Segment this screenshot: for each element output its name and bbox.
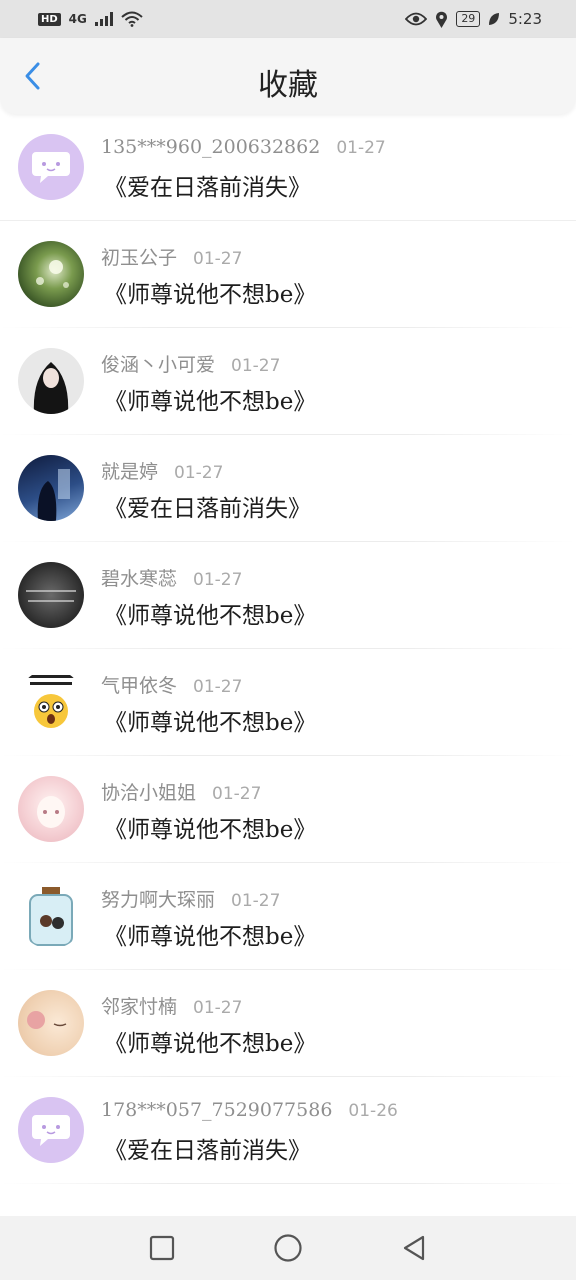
page-title: 收藏 bbox=[258, 68, 318, 103]
username: 俊涵丶小可爱 bbox=[101, 354, 216, 376]
anime-figure-icon bbox=[37, 469, 70, 521]
status-bar: HD 4G 29 5:23 bbox=[0, 0, 576, 38]
date: 01-27 bbox=[212, 784, 262, 804]
battery-level: 29 bbox=[456, 11, 481, 27]
username: 邻家忖楠 bbox=[101, 996, 178, 1018]
list-item[interactable]: 就是婷 01-27 《爱在日落前消失》 bbox=[0, 435, 576, 542]
recents-button[interactable] bbox=[142, 1228, 182, 1268]
date: 01-27 bbox=[231, 891, 281, 911]
default-chat-avatar bbox=[18, 134, 84, 200]
wifi-icon bbox=[121, 11, 143, 27]
chat-bubble-icon bbox=[32, 1115, 70, 1146]
list-item[interactable]: 135***960_200632862 01-27 《爱在日落前消失》 bbox=[0, 114, 576, 221]
girl-portrait-avatar bbox=[18, 348, 84, 414]
list-item[interactable]: 俊涵丶小可爱 01-27 《师尊说他不想be》 bbox=[0, 328, 576, 435]
dandelion-icon bbox=[36, 260, 69, 288]
divider bbox=[0, 1183, 576, 1184]
anime-face-icon bbox=[37, 796, 65, 828]
list-item[interactable]: 努力啊大琛丽 01-27 《师尊说他不想be》 bbox=[0, 863, 576, 970]
text-lines-icon bbox=[26, 590, 76, 602]
date: 01-27 bbox=[193, 677, 243, 697]
date: 01-27 bbox=[193, 998, 243, 1018]
clock: 5:23 bbox=[508, 10, 542, 28]
shocked-face-icon bbox=[26, 675, 76, 728]
username: 135***960_200632862 bbox=[101, 136, 321, 158]
book-title: 《师尊说他不想be》 bbox=[104, 924, 317, 950]
header: 收藏 bbox=[0, 38, 576, 114]
chat-bubble-icon bbox=[32, 152, 70, 183]
system-nav-bar bbox=[0, 1216, 576, 1280]
list-item[interactable]: 邻家忖楠 01-27 《师尊说他不想be》 bbox=[0, 970, 576, 1077]
username: 气甲依冬 bbox=[101, 675, 178, 697]
username: 就是婷 bbox=[101, 461, 159, 483]
list-item[interactable]: 碧水寒蕊 01-27 《师尊说他不想be》 bbox=[0, 542, 576, 649]
leaf-icon bbox=[489, 13, 500, 25]
portrait-icon bbox=[33, 362, 69, 414]
dark-text-avatar bbox=[18, 562, 84, 628]
book-title: 《师尊说他不想be》 bbox=[104, 710, 317, 736]
book-title: 《师尊说他不想be》 bbox=[104, 603, 317, 629]
signal-icon bbox=[94, 12, 113, 26]
date: 01-26 bbox=[348, 1101, 398, 1121]
book-title: 《爱在日落前消失》 bbox=[104, 496, 311, 522]
bottle-couple-avatar bbox=[18, 883, 84, 949]
book-title: 《师尊说他不想be》 bbox=[104, 282, 317, 308]
recents-square-icon bbox=[149, 1235, 175, 1261]
date: 01-27 bbox=[231, 356, 281, 376]
list-item[interactable]: 初玉公子 01-27 《师尊说他不想be》 bbox=[0, 221, 576, 328]
home-circle-icon bbox=[274, 1234, 302, 1262]
username: 初玉公子 bbox=[101, 247, 178, 269]
list-item[interactable]: 协洽小姐姐 01-27 《师尊说他不想be》 bbox=[0, 756, 576, 863]
username: 碧水寒蕊 bbox=[101, 568, 178, 590]
eye-icon bbox=[405, 12, 428, 26]
date: 01-27 bbox=[193, 249, 243, 269]
anime-pink-hair-avatar bbox=[18, 776, 84, 842]
home-button[interactable] bbox=[268, 1228, 308, 1268]
location-icon bbox=[436, 11, 448, 28]
hd-badge: HD bbox=[38, 12, 61, 26]
sleeping-face-icon bbox=[27, 1011, 67, 1029]
book-title: 《师尊说他不想be》 bbox=[104, 1031, 317, 1057]
list-item[interactable]: 气甲依冬 01-27 《师尊说他不想be》 bbox=[0, 649, 576, 756]
date: 01-27 bbox=[193, 570, 243, 590]
username: 178***057_7529077586 bbox=[101, 1099, 333, 1121]
anime-night-avatar bbox=[18, 455, 84, 521]
bottle-icon bbox=[29, 887, 73, 946]
book-title: 《师尊说他不想be》 bbox=[104, 389, 317, 415]
book-title: 《爱在日落前消失》 bbox=[104, 175, 311, 201]
shocked-emoji-avatar bbox=[18, 669, 84, 735]
dandelion-photo-avatar bbox=[18, 241, 84, 307]
date: 01-27 bbox=[336, 138, 386, 158]
username: 协洽小姐姐 bbox=[101, 782, 197, 804]
username: 努力啊大琛丽 bbox=[101, 889, 216, 911]
default-chat-avatar bbox=[18, 1097, 84, 1163]
sleeping-girl-avatar bbox=[18, 990, 84, 1056]
nav-back-button[interactable] bbox=[394, 1228, 434, 1268]
list-item[interactable]: 178***057_7529077586 01-26 《爱在日落前消失》 bbox=[0, 1077, 576, 1184]
network-type: 4G bbox=[68, 12, 87, 26]
book-title: 《爱在日落前消失》 bbox=[104, 1138, 311, 1164]
back-triangle-icon bbox=[403, 1235, 425, 1261]
favorites-list: 135***960_200632862 01-27 《爱在日落前消失》 初玉公子… bbox=[0, 114, 576, 1184]
date: 01-27 bbox=[174, 463, 224, 483]
book-title: 《师尊说他不想be》 bbox=[104, 817, 317, 843]
